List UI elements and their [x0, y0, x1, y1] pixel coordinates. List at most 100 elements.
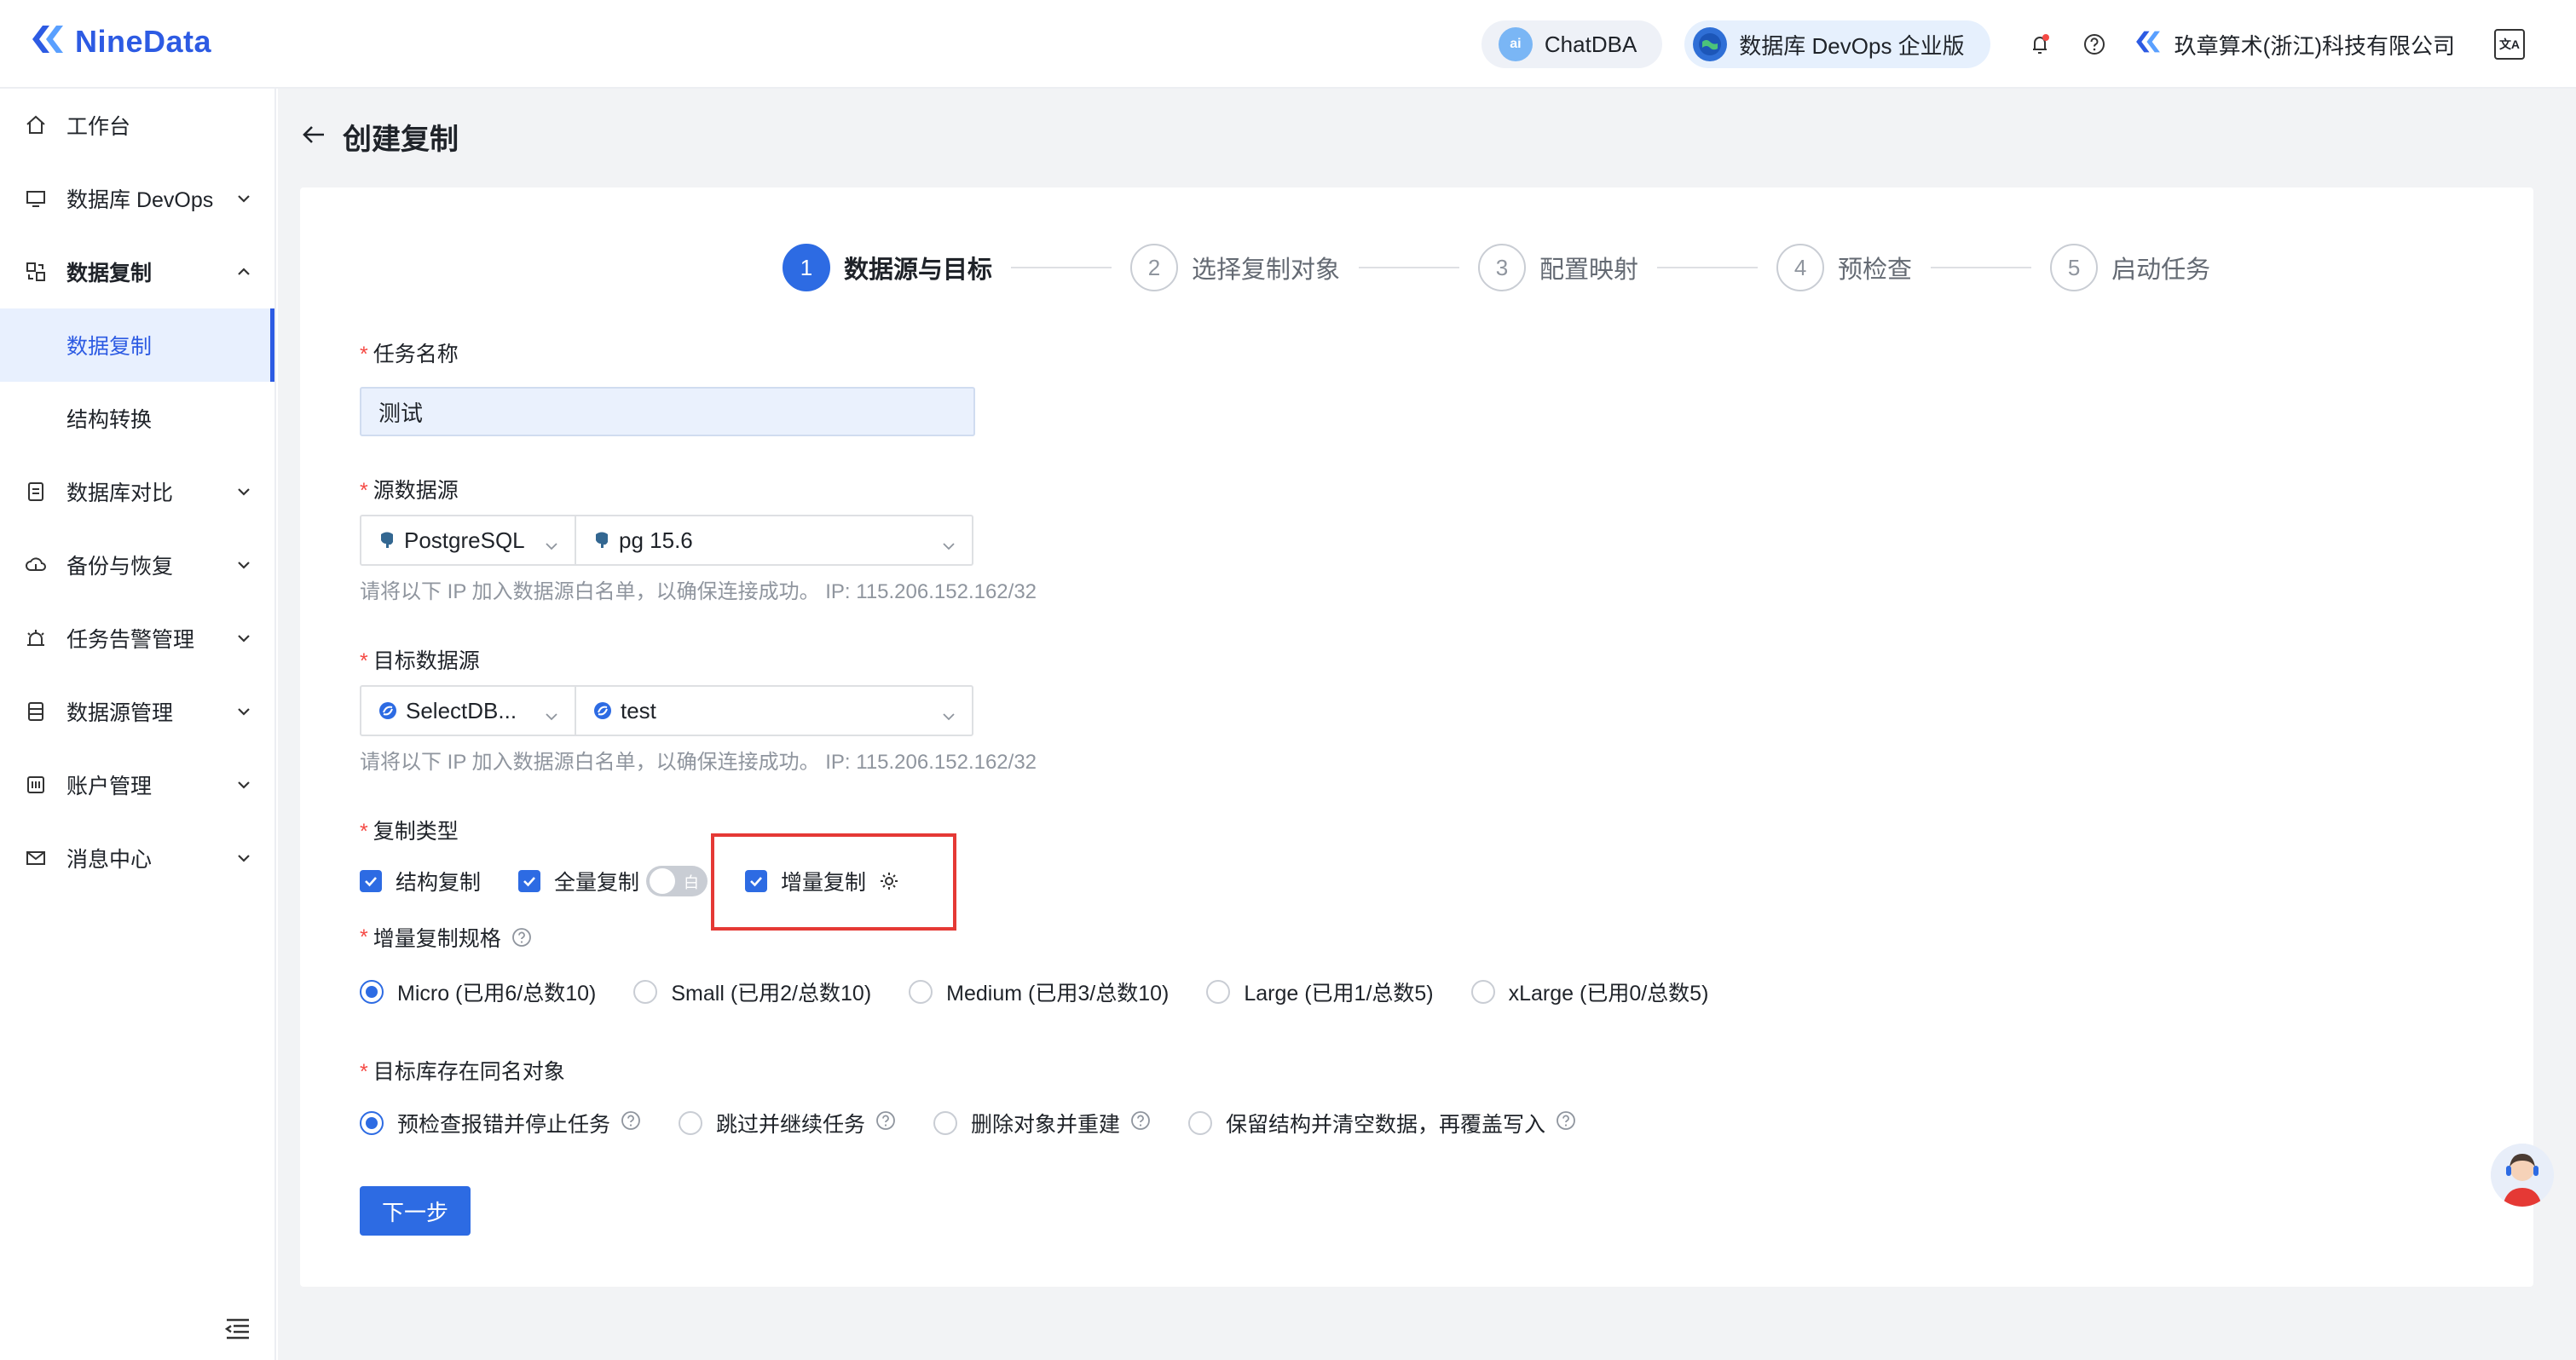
step-number: 2	[1130, 244, 1179, 291]
step-2: 2 选择复制对象	[1130, 244, 1340, 291]
same-name-stop-radio[interactable]	[360, 1111, 384, 1135]
step-label: 预检查	[1838, 256, 1913, 284]
selectdb-icon	[378, 701, 397, 720]
steps-bar: 1 数据源与目标 2 选择复制对象 3 配置映射 4 预检查 5 启动任务	[783, 242, 2210, 293]
back-arrow-icon[interactable]	[300, 121, 327, 153]
toggle-text: 白	[684, 874, 700, 891]
required-mark: *	[360, 649, 368, 673]
spec-medium-radio[interactable]	[909, 980, 933, 1004]
incremental-spec-label: * 增量复制规格	[360, 922, 532, 953]
help-icon[interactable]	[2077, 27, 2111, 61]
toggle-knob	[650, 868, 676, 894]
full-replication-label: 全量复制	[554, 871, 640, 895]
step-number: 5	[2050, 244, 2099, 291]
question-icon[interactable]	[621, 1110, 641, 1137]
target-select-group: SelectDB... test	[360, 685, 973, 736]
sidebar-item-messages[interactable]: 消息中心	[0, 821, 274, 895]
sidebar-item-label: 备份与恢复	[66, 555, 174, 579]
next-step-button[interactable]: 下一步	[360, 1186, 471, 1236]
sidebar-item-label: 工作台	[66, 115, 131, 139]
chevron-down-icon	[235, 848, 252, 873]
question-icon[interactable]	[511, 927, 532, 948]
task-name-input[interactable]: 测试	[360, 387, 975, 436]
logo[interactable]: NineData	[29, 20, 211, 62]
sidebar-item-workbench[interactable]: 工作台	[0, 89, 274, 162]
sidebar-item-datasource[interactable]: 数据源管理	[0, 675, 274, 748]
source-ip-hint: 请将以下 IP 加入数据源白名单，以确保连接成功。 IP: 115.206.15…	[360, 580, 1037, 603]
postgresql-icon	[593, 531, 610, 550]
language-icon[interactable]: 文A	[2494, 29, 2525, 60]
required-mark: *	[360, 1060, 368, 1084]
account-icon	[24, 773, 48, 797]
step-3: 3 配置映射	[1478, 244, 1638, 291]
step-connector	[1931, 267, 2032, 268]
chevron-down-icon	[235, 701, 252, 726]
step-number: 3	[1478, 244, 1527, 291]
same-name-truncate-radio[interactable]	[1188, 1111, 1213, 1135]
spec-xlarge-label: xLarge (已用0/总数5)	[1508, 982, 1709, 1006]
compare-icon	[24, 480, 48, 504]
spec-large-radio[interactable]	[1206, 980, 1231, 1004]
step-1: 1 数据源与目标	[783, 244, 992, 291]
sidebar-item-label: 消息中心	[66, 848, 153, 872]
sidebar-item-label: 数据复制	[66, 262, 153, 285]
target-type-select[interactable]: SelectDB...	[361, 687, 575, 735]
chevron-down-icon	[941, 533, 956, 560]
source-instance-select[interactable]: pg 15.6	[575, 516, 972, 564]
step-4: 4 预检查	[1776, 244, 1912, 291]
page-title: 创建复制	[343, 124, 459, 156]
same-name-rebuild-radio[interactable]	[933, 1111, 958, 1135]
form-card: 1 数据源与目标 2 选择复制对象 3 配置映射 4 预检查 5 启动任务 * …	[300, 187, 2533, 1287]
sidebar-item-replication-group[interactable]: 数据复制	[0, 235, 274, 308]
chevron-down-icon	[235, 188, 252, 213]
step-5: 5 启动任务	[2050, 244, 2210, 291]
chevron-down-icon	[544, 704, 559, 730]
spec-small-radio[interactable]	[633, 980, 658, 1004]
step-connector	[1011, 267, 1112, 268]
chatdba-button[interactable]: ai ChatDBA	[1481, 20, 1663, 68]
full-replication-checkbox[interactable]	[518, 870, 541, 892]
sidebar-item-backup[interactable]: 备份与恢复	[0, 528, 274, 602]
company-switcher[interactable]: 玖章算术(浙江)科技有限公司	[2134, 27, 2455, 62]
spec-xlarge-radio[interactable]	[1470, 980, 1495, 1004]
mail-icon	[24, 846, 48, 870]
assistant-avatar[interactable]	[2491, 1144, 2554, 1207]
sidebar-item-account[interactable]: 账户管理	[0, 748, 274, 821]
monitor-icon	[24, 187, 48, 210]
sidebar-item-db-compare[interactable]: 数据库对比	[0, 455, 274, 528]
alarm-icon	[24, 626, 48, 650]
devops-edition-button[interactable]: 数据库 DevOps 企业版	[1684, 20, 1990, 68]
chevron-down-icon	[235, 555, 252, 579]
required-mark: *	[360, 820, 368, 844]
question-icon[interactable]	[875, 1110, 896, 1137]
home-icon	[24, 113, 48, 137]
sidebar-item-alerts[interactable]: 任务告警管理	[0, 602, 274, 675]
full-replication-toggle[interactable]: 白	[646, 866, 708, 896]
step-connector	[1359, 267, 1460, 268]
spec-small-label: Small (已用2/总数10)	[671, 982, 872, 1006]
sidebar-item-label: 任务告警管理	[66, 628, 195, 652]
company-logo-icon	[2134, 27, 2163, 62]
sidebar-item-label: 数据库对比	[66, 481, 174, 505]
spec-medium-label: Medium (已用3/总数10)	[946, 982, 1170, 1006]
cloud-backup-icon	[24, 553, 48, 577]
sidebar-subitem-data-replication[interactable]: 数据复制	[0, 308, 274, 382]
postgresql-icon	[378, 531, 396, 550]
structure-replication-checkbox[interactable]	[360, 870, 382, 892]
sidebar-subitem-structure-conversion[interactable]: 结构转换	[0, 382, 274, 455]
question-icon[interactable]	[1556, 1110, 1576, 1137]
required-mark: *	[360, 343, 368, 366]
source-select-group: PostgreSQL pg 15.6	[360, 515, 973, 566]
collapse-sidebar-icon[interactable]	[223, 1316, 252, 1346]
spec-micro-radio[interactable]	[360, 980, 384, 1004]
bell-icon[interactable]	[2023, 27, 2057, 61]
sidebar-item-label: 数据源管理	[66, 701, 174, 725]
sidebar-item-devops[interactable]: 数据库 DevOps	[0, 162, 274, 235]
same-name-stop-label: 预检查报错并停止任务	[397, 1108, 641, 1138]
question-icon[interactable]	[1130, 1110, 1151, 1137]
spec-micro-label: Micro (已用6/总数10)	[397, 982, 597, 1006]
target-instance-select[interactable]: test	[575, 687, 972, 735]
same-name-skip-radio[interactable]	[679, 1111, 703, 1135]
sidebar-item-label: 数据库 DevOps	[66, 188, 214, 212]
source-type-select[interactable]: PostgreSQL	[361, 516, 575, 564]
